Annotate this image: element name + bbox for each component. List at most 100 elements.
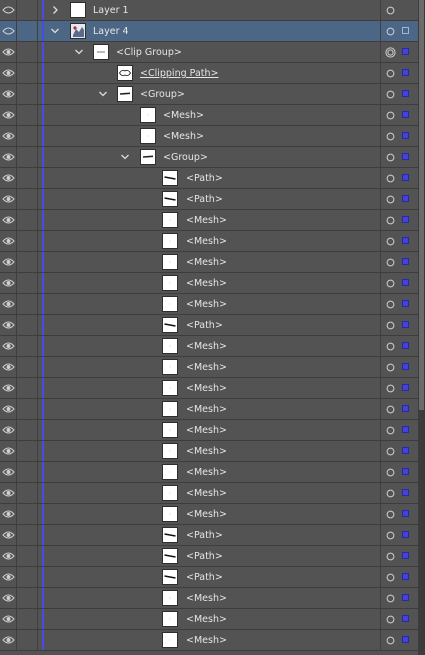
lock-toggle[interactable]	[18, 21, 38, 42]
selection-indicator[interactable]	[402, 174, 409, 181]
target-ring-icon[interactable]	[386, 447, 395, 456]
lock-toggle[interactable]	[18, 504, 38, 525]
lock-toggle[interactable]	[18, 609, 38, 630]
layer-row[interactable]: <Mesh>	[0, 399, 425, 420]
lock-toggle[interactable]	[18, 210, 38, 231]
selection-indicator[interactable]	[402, 489, 409, 496]
visibility-toggle[interactable]	[0, 231, 17, 252]
chevron-down-icon[interactable]	[50, 25, 60, 37]
selection-indicator[interactable]	[402, 195, 409, 202]
layer-row[interactable]: <Mesh>	[0, 630, 425, 651]
selection-indicator[interactable]	[402, 510, 409, 517]
target-ring-icon[interactable]	[386, 636, 395, 645]
eye-icon[interactable]	[2, 446, 15, 456]
eye-icon[interactable]	[2, 236, 15, 246]
lock-toggle[interactable]	[18, 42, 38, 63]
chevron-down-icon[interactable]	[120, 151, 130, 163]
eye-icon[interactable]	[2, 215, 15, 225]
target-ring-icon[interactable]	[386, 27, 395, 36]
selection-indicator[interactable]	[402, 48, 409, 55]
eye-icon[interactable]	[2, 68, 15, 78]
lock-toggle[interactable]	[18, 231, 38, 252]
target-ring-icon[interactable]	[386, 300, 395, 309]
eye-icon[interactable]	[2, 194, 15, 204]
target-ring-icon[interactable]	[386, 405, 395, 414]
eye-icon[interactable]	[2, 278, 15, 288]
layer-row[interactable]: <Mesh>	[0, 357, 425, 378]
eye-icon[interactable]	[2, 5, 15, 15]
lock-toggle[interactable]	[18, 294, 38, 315]
lock-toggle[interactable]	[18, 252, 38, 273]
visibility-toggle[interactable]	[0, 42, 17, 63]
visibility-toggle[interactable]	[0, 483, 17, 504]
visibility-toggle[interactable]	[0, 567, 17, 588]
selection-indicator[interactable]	[402, 636, 409, 643]
eye-icon[interactable]	[2, 635, 15, 645]
target-ring-icon[interactable]	[386, 468, 395, 477]
lock-toggle[interactable]	[18, 399, 38, 420]
layer-row[interactable]: Layer 1	[0, 0, 425, 21]
target-ring-icon[interactable]	[386, 69, 395, 78]
selection-indicator[interactable]	[402, 447, 409, 454]
visibility-toggle[interactable]	[0, 126, 17, 147]
target-ring-icon[interactable]	[386, 363, 395, 372]
chevron-down-icon[interactable]	[74, 46, 84, 58]
eye-icon[interactable]	[2, 614, 15, 624]
visibility-toggle[interactable]	[0, 105, 17, 126]
eye-icon[interactable]	[2, 551, 15, 561]
lock-toggle[interactable]	[18, 273, 38, 294]
visibility-toggle[interactable]	[0, 315, 17, 336]
eye-icon[interactable]	[2, 362, 15, 372]
layer-row[interactable]: <Mesh>	[0, 504, 425, 525]
visibility-toggle[interactable]	[0, 294, 17, 315]
visibility-toggle[interactable]	[0, 0, 17, 21]
lock-toggle[interactable]	[18, 630, 38, 651]
layer-row[interactable]: <Path>	[0, 189, 425, 210]
visibility-toggle[interactable]	[0, 168, 17, 189]
lock-toggle[interactable]	[18, 546, 38, 567]
selection-indicator[interactable]	[402, 111, 409, 118]
target-ring-icon[interactable]	[386, 132, 395, 141]
visibility-toggle[interactable]	[0, 357, 17, 378]
lock-toggle[interactable]	[18, 462, 38, 483]
selection-indicator[interactable]	[402, 153, 409, 160]
lock-toggle[interactable]	[18, 84, 38, 105]
eye-icon[interactable]	[2, 383, 15, 393]
eye-icon[interactable]	[2, 467, 15, 477]
target-ring-icon[interactable]	[386, 279, 395, 288]
visibility-toggle[interactable]	[0, 441, 17, 462]
layer-row[interactable]: <Mesh>	[0, 273, 425, 294]
target-ring-icon[interactable]	[386, 615, 395, 624]
layer-row[interactable]: <Path>	[0, 315, 425, 336]
layer-row[interactable]: <Mesh>	[0, 441, 425, 462]
visibility-toggle[interactable]	[0, 273, 17, 294]
eye-icon[interactable]	[2, 110, 15, 120]
selection-indicator[interactable]	[402, 216, 409, 223]
lock-toggle[interactable]	[18, 525, 38, 546]
target-ring-icon[interactable]	[386, 489, 395, 498]
lock-toggle[interactable]	[18, 483, 38, 504]
layer-row[interactable]: <Mesh>	[0, 252, 425, 273]
layer-row[interactable]: <Mesh>	[0, 609, 425, 630]
lock-toggle[interactable]	[18, 357, 38, 378]
selection-indicator[interactable]	[402, 90, 409, 97]
target-ring-icon[interactable]	[386, 342, 395, 351]
target-ring-icon[interactable]	[386, 174, 395, 183]
selection-indicator[interactable]	[402, 258, 409, 265]
selection-indicator[interactable]	[402, 321, 409, 328]
selection-indicator[interactable]	[402, 342, 409, 349]
target-ring-icon[interactable]	[386, 153, 395, 162]
eye-icon[interactable]	[2, 152, 15, 162]
lock-toggle[interactable]	[18, 147, 38, 168]
target-ring-icon[interactable]	[386, 6, 395, 15]
layer-row[interactable]: <Mesh>	[0, 378, 425, 399]
layer-row[interactable]: <Mesh>	[0, 105, 425, 126]
eye-icon[interactable]	[2, 488, 15, 498]
visibility-toggle[interactable]	[0, 21, 17, 42]
scrollbar-thumb[interactable]	[419, 0, 424, 410]
target-ring-icon[interactable]	[386, 321, 395, 330]
layer-row[interactable]: <Mesh>	[0, 231, 425, 252]
chevron-down-icon[interactable]	[98, 88, 108, 100]
layer-row[interactable]: <Mesh>	[0, 294, 425, 315]
eye-icon[interactable]	[2, 47, 15, 57]
